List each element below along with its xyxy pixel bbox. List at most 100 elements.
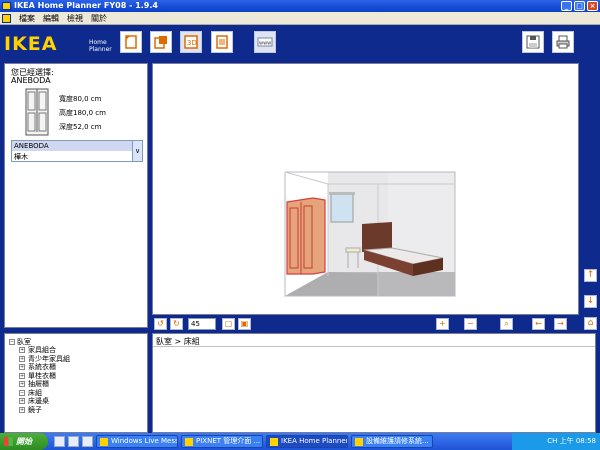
tree-item-label[interactable]: 系統衣櫃 — [28, 363, 56, 371]
www-button[interactable]: www — [254, 31, 276, 53]
3d-view-button[interactable]: 3D — [180, 31, 202, 53]
print-icon — [556, 35, 570, 49]
app-window: IKEA Home Planner FY08 - 1.9.4 _ □ × 檔案 … — [0, 0, 600, 450]
new-file-icon — [125, 35, 137, 49]
finish-select-value[interactable]: ANEBODA — [12, 141, 134, 151]
tree-item-label[interactable]: 青少年家具組 — [28, 355, 70, 363]
3d-view-icon: 3D — [184, 35, 198, 49]
catalog-panel: 臥室 > 床組 — [152, 333, 596, 433]
wardrobe-model — [286, 197, 326, 275]
tree-item[interactable]: + 系統衣櫃 — [19, 363, 70, 372]
pan-right-button[interactable]: → — [554, 318, 567, 330]
ikea-logo: IKEA — [4, 33, 58, 55]
system-tray: CH 上午 08:58 — [512, 433, 600, 450]
minimize-button[interactable]: _ — [561, 1, 572, 11]
tree-item[interactable]: + 家具組合 — [19, 346, 70, 355]
media-icon[interactable] — [82, 436, 93, 447]
selection-name: ANEBODA — [11, 76, 51, 85]
desktop-icon[interactable] — [68, 436, 79, 447]
collapse-icon[interactable]: − — [19, 389, 25, 396]
tree-item-label[interactable]: 抽屜櫃 — [28, 380, 49, 388]
new-file-button[interactable] — [120, 31, 142, 53]
tree-item-label[interactable]: 鏡子 — [28, 406, 42, 414]
rotate-left-button[interactable]: ↺ — [154, 318, 167, 330]
tree-item-selected[interactable]: − 床組 — [19, 389, 70, 398]
tilt-down-button[interactable]: ↓ — [584, 295, 597, 308]
width-value: 寬度80,0 cm — [59, 95, 102, 103]
save-button[interactable] — [522, 31, 544, 53]
tree-item-label[interactable]: 單桂衣櫃 — [28, 372, 56, 380]
ie-icon[interactable] — [54, 436, 65, 447]
title-bar: IKEA Home Planner FY08 - 1.9.4 _ □ × — [0, 0, 600, 12]
expand-icon[interactable]: + — [19, 347, 25, 354]
tilt-up-button[interactable]: ↑ — [584, 269, 597, 282]
catalog-divider — [153, 346, 595, 347]
messenger-icon — [100, 438, 108, 446]
zoom-input[interactable]: 45 — [188, 318, 216, 330]
menu-about[interactable]: 關於 — [91, 13, 107, 24]
finish-option[interactable]: 樺木 — [12, 152, 134, 162]
tree-item[interactable]: + 青少年家具組 — [19, 355, 70, 364]
home-view-button[interactable]: ⌂ — [584, 317, 597, 330]
expand-icon[interactable]: + — [19, 381, 25, 388]
list-icon — [216, 35, 228, 49]
ikea-app-icon — [270, 438, 278, 446]
menu-app-icon[interactable] — [2, 13, 11, 23]
tree-item[interactable]: + 鏡子 — [19, 406, 70, 415]
browser-icon — [355, 438, 363, 446]
taskbar-item[interactable]: PIXNET 管理介面 ... — [181, 435, 263, 448]
clock: 上午 08:58 — [559, 437, 596, 445]
wardrobe-thumbnail — [25, 88, 49, 136]
expand-icon[interactable]: + — [19, 372, 25, 379]
quick-launch — [54, 436, 93, 447]
finish-select[interactable]: ANEBODA 樺木 ∨ — [11, 140, 143, 162]
collapse-icon[interactable]: − — [9, 339, 15, 345]
start-label: 開始 — [16, 437, 32, 446]
list-button[interactable] — [211, 31, 233, 53]
maximize-button[interactable]: □ — [574, 1, 585, 11]
print-button[interactable] — [552, 31, 574, 53]
height-value: 高度180,0 cm — [59, 109, 106, 117]
www-icon: www — [257, 37, 273, 47]
tree-item-label[interactable]: 床邊桌 — [28, 397, 49, 405]
tree-item[interactable]: + 床邊桌 — [19, 397, 70, 406]
taskbar-item-active[interactable]: IKEA Home Planner... — [266, 435, 348, 448]
menu-edit[interactable]: 編輯 — [43, 13, 59, 24]
browser-icon — [185, 438, 193, 446]
tree-item[interactable]: + 單桂衣櫃 — [19, 372, 70, 381]
tree-item-label[interactable]: 家具組合 — [28, 346, 56, 354]
zoom-in-button[interactable]: + — [436, 318, 449, 330]
zoom-out-button[interactable]: − — [464, 318, 477, 330]
expand-icon[interactable]: + — [19, 355, 25, 362]
chevron-down-icon[interactable]: ∨ — [132, 141, 142, 161]
expand-icon[interactable]: + — [19, 364, 25, 371]
menu-view[interactable]: 檢視 — [67, 13, 83, 24]
3d-viewport[interactable] — [152, 63, 579, 315]
window-title: IKEA Home Planner FY08 - 1.9.4 — [14, 1, 158, 10]
search-zoom-button[interactable]: ⌕ — [500, 318, 513, 330]
taskbar-item[interactable]: Windows Live Mess... — [96, 435, 178, 448]
zoom-reset-button[interactable]: ▣ — [238, 318, 251, 330]
menu-file[interactable]: 檔案 — [19, 13, 35, 24]
tree-items: + 家具組合 + 青少年家具組 + 系統衣櫃 + 單桂衣櫃 + 抽屜櫃 − 床組 + 床邊桌 … — [19, 346, 70, 414]
expand-icon[interactable]: + — [19, 398, 25, 405]
taskbar-item[interactable]: 設備維護請修系統... — [351, 435, 433, 448]
toolbar: IKEA Home Planner 3D www — [0, 25, 600, 61]
start-button[interactable]: 開始 — [0, 433, 48, 450]
open-file-button[interactable] — [150, 31, 172, 53]
room-window — [330, 193, 354, 223]
view-control-bar: ↺ ↻ 45 ▢ ▣ + − ⌕ ← → — [150, 316, 581, 333]
rotate-right-button[interactable]: ↻ — [170, 318, 183, 330]
logo-subtitle: Home Planner — [89, 39, 112, 53]
selection-panel: 您已經選擇: ANEBODA 寬度80,0 cm 高度180,0 cm 深度52… — [4, 63, 148, 328]
logo-sub-planner: Planner — [89, 46, 112, 53]
close-button[interactable]: × — [587, 1, 598, 11]
tree-item-label[interactable]: 床組 — [28, 389, 42, 397]
tree-item[interactable]: + 抽屜櫃 — [19, 380, 70, 389]
taskbar-item-label: Windows Live Mess... — [111, 437, 178, 445]
pan-left-button[interactable]: ← — [532, 318, 545, 330]
logo-sub-home: Home — [89, 39, 107, 46]
language-indicator[interactable]: CH — [547, 437, 557, 445]
expand-icon[interactable]: + — [19, 406, 25, 413]
zoom-fit-button[interactable]: ▢ — [222, 318, 235, 330]
